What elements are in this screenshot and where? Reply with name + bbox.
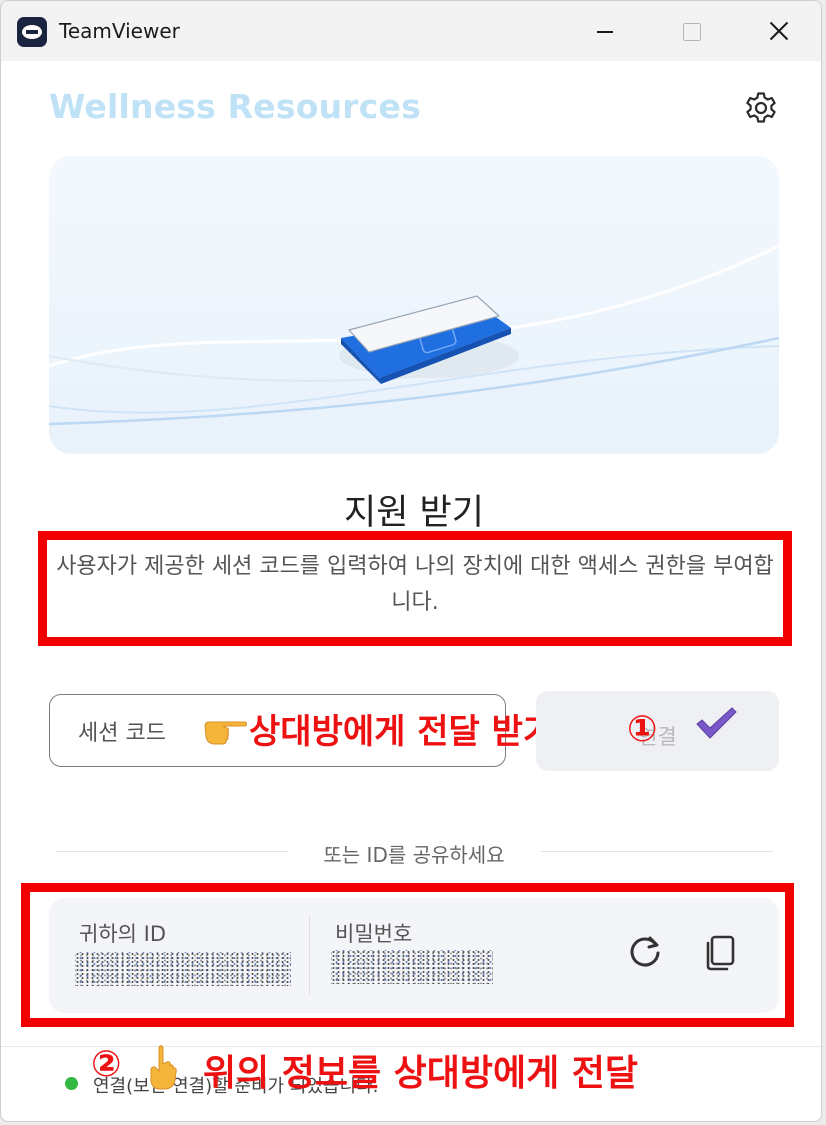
gear-icon[interactable] (742, 89, 780, 127)
hero-illustration (49, 156, 779, 454)
divider-text: 또는 ID를 공유하세요 (323, 843, 505, 867)
pointing-hand-icon (201, 706, 249, 754)
annotation-step1-text: 상대방에게 전달 받기 (249, 712, 555, 752)
annotation-highlight-description (38, 531, 792, 646)
minimize-button[interactable] (585, 11, 625, 51)
close-button[interactable] (758, 11, 798, 51)
maximize-button[interactable] (671, 11, 711, 51)
window-title: TeamViewer (59, 19, 180, 43)
connect-button[interactable]: 연결 (536, 691, 779, 771)
title-bar: TeamViewer (1, 1, 821, 61)
annotation-step1-number: ① (627, 709, 658, 750)
brand-name: Wellness Resources (49, 87, 421, 126)
annotation-highlight-id (21, 883, 794, 1027)
status-indicator-icon (65, 1077, 78, 1090)
divider-line-right (541, 851, 773, 852)
page-heading: 지원 받기 (344, 493, 484, 533)
check-icon (694, 706, 738, 742)
teamviewer-window: TeamViewer Wellness Resources 지원 받기 사용자가… (0, 0, 822, 1122)
app-logo-icon (17, 17, 47, 47)
annotation-step2-text: 위의 정보를 상대방에게 전달 (203, 1053, 639, 1094)
session-code-placeholder: 세션 코드 (78, 721, 166, 746)
pointing-hand-icon (141, 1044, 189, 1092)
annotation-step2-number: ② (91, 1044, 122, 1085)
